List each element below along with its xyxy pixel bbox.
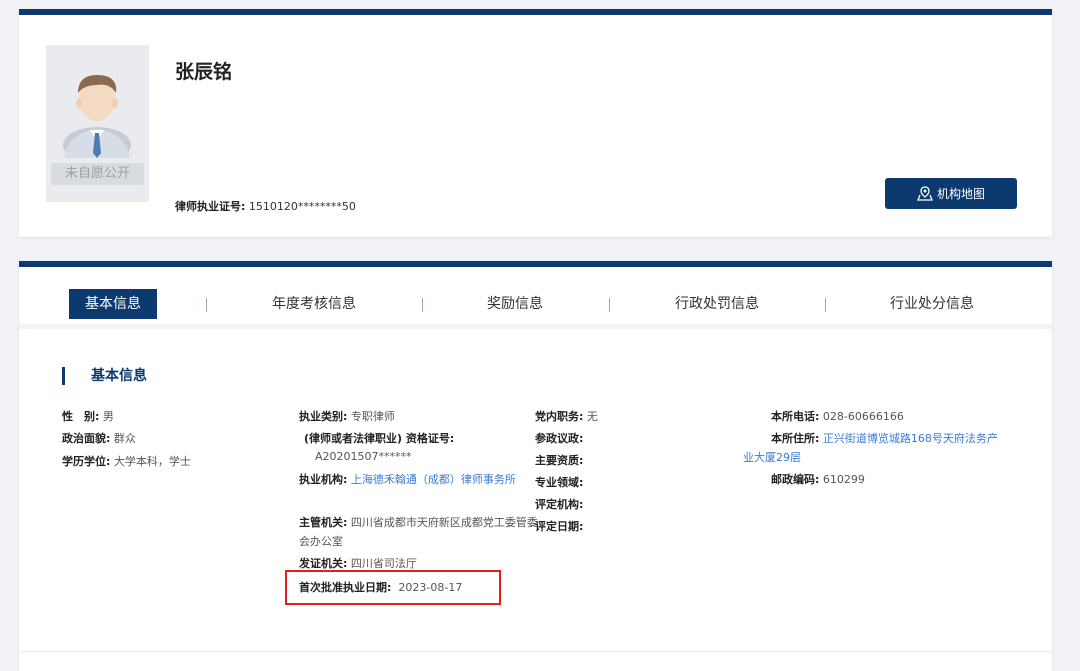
avatar: 未自愿公开 bbox=[46, 45, 149, 202]
field-qualification-value: A20201507****** bbox=[315, 450, 412, 463]
field-practice-type: 执业类别: 专职律师 bbox=[299, 410, 395, 423]
license-value: 1510120********50 bbox=[248, 200, 356, 213]
map-pin-icon bbox=[917, 186, 933, 201]
field-gender: 性 别: 男 bbox=[62, 410, 114, 423]
tab-industry-sanctions[interactable]: 行业处分信息 bbox=[852, 289, 1012, 319]
field-education: 学历学位: 大学本科，学士 bbox=[62, 455, 191, 468]
field-postcode: 邮政编码: 610299 bbox=[771, 473, 865, 486]
profile-card: 未自愿公开 张辰铭 律师执业证号: 1510120********50 机构地图 bbox=[19, 9, 1052, 237]
tab-separator bbox=[422, 298, 423, 312]
field-qualification-number: (律师或者法律职业) 资格证号: bbox=[304, 432, 455, 445]
tab-annual-review[interactable]: 年度考核信息 bbox=[234, 289, 394, 319]
field-eval-org: 评定机构: bbox=[535, 498, 584, 511]
tab-separator bbox=[609, 298, 610, 312]
tab-awards[interactable]: 奖励信息 bbox=[455, 289, 575, 319]
tab-bar: 基本信息 年度考核信息 奖励信息 行政处罚信息 行业处分信息 bbox=[19, 273, 1052, 329]
org-map-button[interactable]: 机构地图 bbox=[885, 178, 1017, 209]
field-office-phone: 本所电话: 028-60666166 bbox=[771, 410, 904, 423]
tab-admin-penalties[interactable]: 行政处罚信息 bbox=[637, 289, 797, 319]
field-party-position: 党内职务: 无 bbox=[535, 410, 598, 423]
field-office-address: 本所住所: 正兴街道博览城路168号天府法务产业大厦29层 bbox=[743, 432, 998, 464]
field-authority: 主管机关: 四川省成都市天府新区成都党工委管委会办公室 bbox=[299, 516, 538, 548]
field-politics: 政治面貌: 群众 bbox=[62, 432, 136, 445]
field-eval-date: 评定日期: bbox=[535, 520, 584, 533]
tab-separator bbox=[825, 298, 826, 312]
field-specialty: 专业领域: bbox=[535, 476, 584, 489]
org-map-label: 机构地图 bbox=[936, 187, 985, 201]
lawyer-name: 张辰铭 bbox=[175, 61, 233, 83]
field-main-qualification: 主要资质: bbox=[535, 454, 584, 467]
practice-org-link[interactable]: 上海德禾翰通（成都）律师事务所 bbox=[351, 473, 516, 486]
divider bbox=[19, 651, 1052, 652]
avatar-privacy-badge: 未自愿公开 bbox=[51, 163, 144, 185]
person-icon bbox=[63, 75, 131, 158]
license-label: 律师执业证号: bbox=[175, 200, 246, 213]
field-practice-org: 执业机构: 上海德禾翰通（成都）律师事务所 bbox=[299, 473, 516, 486]
tab-separator bbox=[206, 298, 207, 312]
tab-basic-info[interactable]: 基本信息 bbox=[69, 289, 157, 319]
details-card: 基本信息 年度考核信息 奖励信息 行政处罚信息 行业处分信息 基本信息 性 别:… bbox=[19, 261, 1052, 671]
highlight-box bbox=[285, 570, 501, 605]
field-political-participation: 参政议政: bbox=[535, 432, 584, 445]
license-number: 律师执业证号: 1510120********50 bbox=[175, 198, 356, 214]
section-title: 基本信息 bbox=[62, 367, 147, 385]
